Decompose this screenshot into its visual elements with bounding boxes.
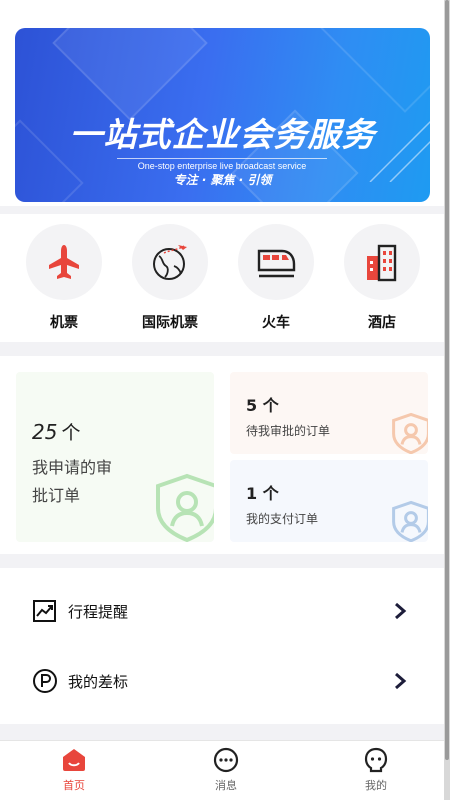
service-icon-circle xyxy=(344,224,420,300)
scrollbar[interactable] xyxy=(444,0,450,800)
chevron-right-icon xyxy=(395,602,407,620)
service-icon-circle xyxy=(26,224,102,300)
pending-label: 待我审批的订单 xyxy=(246,424,331,438)
service-grid: 机票 国际机票 火车 酒店 xyxy=(0,214,444,342)
service-hotel[interactable]: 酒店 xyxy=(342,224,422,332)
scrollbar-thumb[interactable] xyxy=(445,0,449,760)
shield-user-icon xyxy=(156,473,214,542)
banner-decor-shape xyxy=(320,28,430,113)
payment-count: 1 个 xyxy=(246,484,279,503)
hotel-building-icon xyxy=(367,244,397,282)
tab-label: 首页 xyxy=(63,779,85,792)
menu-item-label: 行程提醒 xyxy=(68,603,129,621)
service-icon-circle xyxy=(238,224,314,300)
service-label: 火车 xyxy=(262,315,290,331)
home-icon xyxy=(63,749,85,771)
user-profile-icon xyxy=(364,747,388,773)
airplane-icon xyxy=(49,245,79,279)
service-label: 国际机票 xyxy=(142,315,198,331)
menu-list: 行程提醒 我的差标 xyxy=(0,568,444,724)
globe-plane-icon xyxy=(153,245,187,280)
service-intl-flight[interactable]: 国际机票 xyxy=(130,224,210,332)
approval-section: 25 个 我申请的审批订单 5 个 待我审批的订单 1 个 我的支付订单 xyxy=(0,356,444,554)
service-label: 机票 xyxy=(50,315,78,331)
banner-subtitle: One-stop enterprise live broadcast servi… xyxy=(117,158,327,171)
pending-approval-card[interactable]: 5 个 待我审批的订单 xyxy=(230,372,428,454)
pending-count: 5 个 xyxy=(246,396,279,415)
shield-user-icon xyxy=(392,412,428,454)
tab-label: 我的 xyxy=(365,779,387,792)
payment-label: 我的支付订单 xyxy=(246,512,319,526)
home-page: 一站式企业会务服务 One-stop enterprise live broad… xyxy=(0,0,444,800)
payment-order-card[interactable]: 1 个 我的支付订单 xyxy=(230,460,428,542)
promo-banner[interactable]: 一站式企业会务服务 One-stop enterprise live broad… xyxy=(15,28,430,202)
service-train[interactable]: 火车 xyxy=(236,224,316,332)
tab-profile[interactable]: 我的 xyxy=(336,747,416,793)
banner-decor-shape xyxy=(52,28,208,121)
tab-label: 消息 xyxy=(215,779,237,792)
banner-section: 一站式企业会务服务 One-stop enterprise live broad… xyxy=(0,0,444,206)
tab-messages[interactable]: 消息 xyxy=(186,747,266,793)
service-icon-circle xyxy=(132,224,208,300)
approval-count: 25 个 xyxy=(32,420,81,444)
menu-item-label: 我的差标 xyxy=(68,673,129,691)
bottom-tab-bar: 首页 消息 我的 xyxy=(0,740,444,800)
my-approval-card[interactable]: 25 个 我申请的审批订单 xyxy=(16,372,214,542)
menu-item-travel-standard[interactable]: 我的差标 xyxy=(0,646,444,716)
banner-title: 一站式企业会务服务 xyxy=(69,115,376,154)
approval-label: 我申请的审批订单 xyxy=(32,458,113,505)
chevron-right-icon xyxy=(395,672,407,690)
banner-slogan: 专注 · 聚焦 · 引领 xyxy=(173,173,272,187)
chat-bubble-icon xyxy=(213,747,239,773)
service-label: 酒店 xyxy=(368,315,396,331)
service-flight[interactable]: 机票 xyxy=(24,224,104,332)
menu-item-trip-reminder[interactable]: 行程提醒 xyxy=(0,576,444,646)
parking-circle-icon xyxy=(33,669,57,693)
trend-chart-icon xyxy=(33,600,56,622)
tab-home[interactable]: 首页 xyxy=(34,747,114,793)
train-icon xyxy=(257,249,296,278)
shield-user-icon xyxy=(392,500,428,542)
